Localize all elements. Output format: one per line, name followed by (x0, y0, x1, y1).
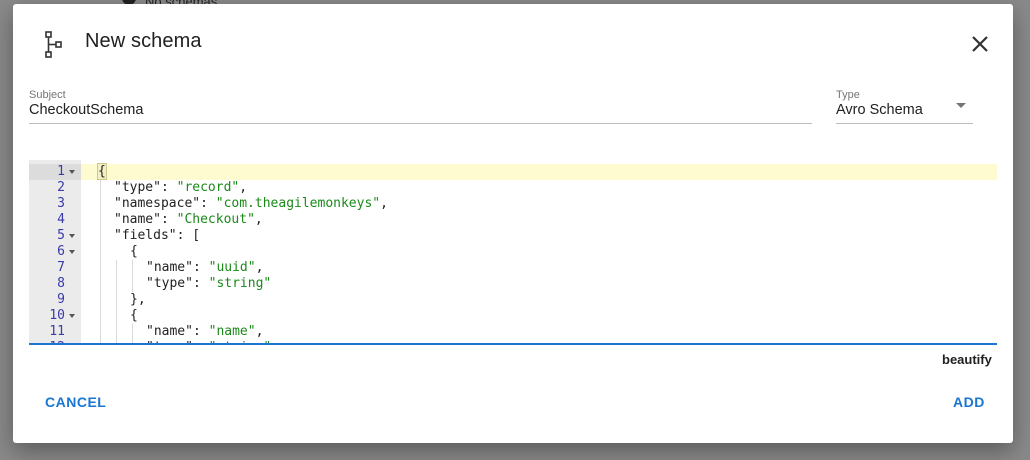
subject-input[interactable]: CheckoutSchema (29, 102, 143, 118)
line-number: 4 (57, 212, 65, 227)
line-number: 5 (57, 228, 65, 243)
indent-guide (132, 260, 133, 292)
punctuation-token: : (192, 260, 209, 275)
code-line: "namespace": "com.theagilemonkeys", (114, 196, 388, 212)
schema-tree-icon (45, 31, 62, 58)
close-icon[interactable] (968, 32, 992, 56)
line-number: 10 (49, 308, 65, 323)
string-token: "string" (209, 340, 272, 343)
code-line: "type": "record", (114, 180, 247, 196)
subject-underline (29, 123, 812, 124)
punctuation-token: , (254, 212, 263, 227)
type-select[interactable]: Avro Schema (836, 102, 923, 118)
fold-toggle-icon[interactable] (69, 170, 75, 174)
line-number: 1 (57, 164, 65, 179)
code-line: "type": "string" (146, 340, 272, 343)
line-number: 11 (49, 324, 65, 339)
add-button[interactable]: ADD (953, 394, 985, 410)
punctuation-token: : (200, 196, 216, 211)
string-token: "Checkout" (176, 212, 255, 227)
punctuation-token: : [ (176, 228, 201, 243)
type-underline (836, 123, 973, 124)
code-line: "fields": [ (114, 228, 200, 244)
code-line: "type": "string" (146, 276, 271, 292)
punctuation-token: }, (130, 292, 146, 307)
dialog-title: New schema (85, 30, 202, 52)
chevron-down-icon[interactable] (956, 103, 966, 108)
subject-label: Subject (29, 89, 66, 101)
punctuation-token: : (192, 276, 209, 291)
code-line: { (130, 244, 138, 260)
string-token: "record" (176, 180, 240, 195)
key-token: "type" (146, 340, 193, 343)
line-number: 2 (57, 180, 65, 195)
punctuation-token: { (130, 308, 138, 323)
line-number: 7 (57, 260, 65, 275)
punctuation-token: , (255, 260, 264, 275)
punctuation-token: : (160, 212, 177, 227)
punctuation-token: , (255, 324, 264, 339)
code-line: { (97, 163, 107, 180)
line-number: 3 (57, 196, 65, 211)
key-token: "type" (114, 180, 161, 195)
code-line: "name": "Checkout", (114, 212, 263, 228)
key-token: "name" (146, 260, 193, 275)
fold-toggle-icon[interactable] (69, 234, 75, 238)
indent-guide (132, 324, 133, 343)
punctuation-token: : (193, 340, 209, 343)
string-token: "string" (208, 276, 272, 291)
code-line: { (130, 308, 138, 324)
fold-toggle-icon[interactable] (69, 250, 75, 254)
line-number: 9 (57, 292, 65, 307)
beautify-button[interactable]: beautify (942, 352, 992, 367)
code-line: }, (130, 292, 146, 308)
schema-code-editor[interactable]: 1 {2 "type": "record", 3 "namespace": "com.t… (29, 160, 997, 345)
active-line-highlight (29, 164, 997, 180)
punctuation-token: , (239, 180, 248, 195)
punctuation-token: : (192, 324, 209, 339)
key-token: "fields" (114, 228, 177, 243)
key-token: "namespace" (114, 196, 201, 211)
key-token: "name" (114, 212, 161, 227)
indent-guide (116, 260, 117, 343)
code-line: "name": "uuid", (146, 260, 263, 276)
type-label: Type (836, 89, 860, 101)
code-line: "name": "name", (146, 324, 263, 340)
key-token: "name" (146, 324, 193, 339)
punctuation-token: : (160, 180, 177, 195)
line-number: 6 (57, 244, 65, 259)
key-token: "type" (146, 276, 193, 291)
indent-guide (100, 180, 101, 343)
string-token: "com.theagilemonkeys" (215, 196, 381, 211)
punctuation-token: , (380, 196, 388, 211)
fold-toggle-icon[interactable] (69, 314, 75, 318)
string-token: "name" (208, 324, 256, 339)
punctuation-token: { (130, 244, 138, 259)
cancel-button[interactable]: CANCEL (45, 394, 106, 410)
punctuation-token: { (97, 163, 107, 180)
new-schema-dialog: New schema Subject CheckoutSchema Type A… (13, 4, 1013, 443)
line-number: 12 (29, 340, 65, 343)
string-token: "uuid" (208, 260, 256, 275)
line-number: 8 (57, 276, 65, 291)
